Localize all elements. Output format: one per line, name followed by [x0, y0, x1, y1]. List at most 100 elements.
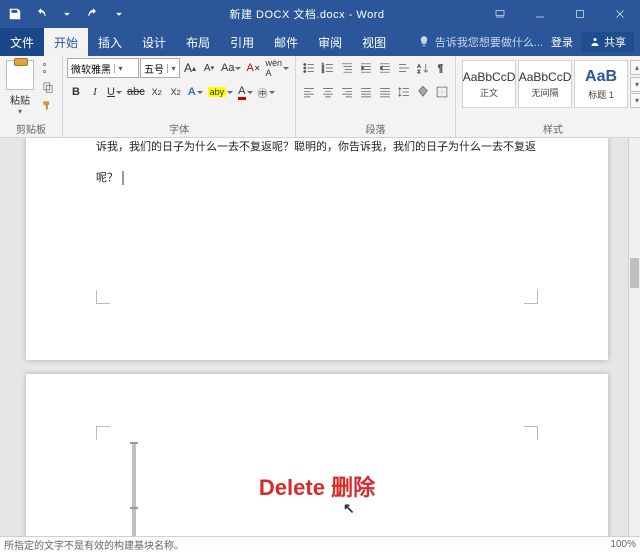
undo-button[interactable] — [30, 3, 52, 25]
style-no-spacing[interactable]: AaBbCcD 无间隔 — [518, 60, 572, 108]
group-label-paragraph: 段落 — [300, 120, 451, 137]
group-label-styles: 样式 — [460, 120, 640, 137]
copy-button[interactable] — [40, 79, 56, 95]
justify-button[interactable] — [357, 82, 375, 102]
body-text-line[interactable]: 呢？ — [96, 169, 118, 188]
borders-button[interactable] — [433, 82, 451, 102]
enclose-char-button[interactable]: ㊥ — [256, 82, 277, 102]
cut-button[interactable] — [40, 60, 56, 76]
page-margin-corner-icon — [524, 290, 538, 304]
sort-button[interactable]: AZ — [414, 58, 432, 78]
tab-design[interactable]: 设计 — [132, 28, 176, 56]
tab-view[interactable]: 视图 — [352, 28, 396, 56]
format-painter-button[interactable] — [40, 98, 56, 114]
paste-label: 粘贴 — [10, 92, 30, 107]
styles-down-icon[interactable]: ▾ — [630, 77, 640, 92]
save-button[interactable] — [4, 3, 26, 25]
style-normal[interactable]: AaBbCcD 正文 — [462, 60, 516, 108]
show-marks-button[interactable]: ¶ — [433, 58, 451, 78]
styles-up-icon[interactable]: ▴ — [630, 60, 640, 75]
ltr-button[interactable] — [395, 58, 413, 78]
annotation-text: Delete 删除 ↖ — [96, 470, 538, 502]
group-label-clipboard: 剪贴板 — [4, 120, 58, 137]
zoom-level[interactable]: 100% — [610, 539, 636, 550]
redo-button[interactable] — [82, 3, 104, 25]
close-button[interactable] — [600, 0, 640, 28]
share-button[interactable]: 共享 — [581, 32, 634, 52]
bold-button[interactable]: B — [67, 82, 85, 102]
svg-text:3: 3 — [322, 69, 325, 74]
phonetic-guide-button[interactable]: wénA — [264, 58, 292, 78]
ribbon-options-button[interactable] — [480, 0, 520, 28]
style-preview: AaBbCcD — [463, 70, 516, 84]
superscript-button[interactable]: X2 — [167, 82, 185, 102]
window-title: 新建 DOCX 文档.docx - Word — [134, 6, 480, 22]
underline-button[interactable]: U — [105, 82, 124, 102]
paste-button[interactable]: 粘贴 ▾ — [4, 58, 36, 118]
strikethrough-button[interactable]: abc — [125, 82, 147, 102]
tab-home[interactable]: 开始 — [44, 28, 88, 56]
ribbon: 粘贴 ▾ 剪贴板 微软雅黑▾ 五号▾ A▴ A▾ Aa A✕ wénA B — [0, 56, 640, 138]
body-text-line[interactable]: 诉我，我们的日子为什么一去不复返呢？聪明的，你告诉我，我们的日子为什么一去不复返 — [96, 138, 538, 157]
page-margin-corner-icon — [96, 290, 110, 304]
font-size-combo[interactable]: 五号▾ — [140, 58, 180, 78]
tell-me-placeholder: 告诉我您想要做什么... — [435, 34, 543, 50]
ribbon-tabs: 文件 开始 插入 设计 布局 引用 邮件 审阅 视图 告诉我您想要做什么... … — [0, 28, 640, 56]
style-name: 标题 1 — [588, 88, 614, 101]
font-name-value: 微软雅黑 — [68, 61, 114, 76]
group-clipboard: 粘贴 ▾ 剪贴板 — [0, 56, 63, 137]
cursor-pointer-icon: ↖ — [343, 500, 355, 517]
line-spacing-button[interactable] — [395, 82, 413, 102]
style-preview: AaBbCcD — [519, 70, 572, 84]
undo-arrow-icon[interactable] — [56, 3, 78, 25]
numbering-button[interactable]: 123 — [319, 58, 337, 78]
grow-font-button[interactable]: A▴ — [181, 58, 199, 78]
clear-formatting-button[interactable]: A✕ — [244, 58, 262, 78]
increase-indent-button[interactable] — [376, 58, 394, 78]
align-right-button[interactable] — [338, 82, 356, 102]
group-label-font: 字体 — [67, 120, 291, 137]
scrollbar-thumb[interactable] — [630, 258, 639, 288]
tab-review[interactable]: 审阅 — [308, 28, 352, 56]
decrease-indent-button[interactable] — [357, 58, 375, 78]
document-canvas[interactable]: 诉我，我们的日子为什么一去不复返呢？聪明的，你告诉我，我们的日子为什么一去不复返… — [0, 138, 640, 536]
qat-more-icon[interactable] — [108, 3, 130, 25]
highlight-button[interactable]: aby — [206, 82, 236, 102]
share-icon — [589, 36, 601, 48]
page-2[interactable]: Delete 删除 ↖ — [26, 374, 608, 536]
text-caret — [122, 171, 124, 185]
shrink-font-button[interactable]: A▾ — [200, 58, 218, 78]
font-color-button[interactable]: A — [236, 82, 254, 102]
maximize-button[interactable] — [560, 0, 600, 28]
style-heading1[interactable]: AaB 标题 1 — [574, 60, 628, 108]
shading-button[interactable] — [414, 82, 432, 102]
tab-insert[interactable]: 插入 — [88, 28, 132, 56]
tab-file[interactable]: 文件 — [0, 28, 44, 56]
login-link[interactable]: 登录 — [551, 34, 573, 50]
status-bar: 所指定的文字不是有效的构建基块名称。 100% — [0, 536, 640, 552]
clipboard-icon — [6, 60, 34, 90]
multilevel-button[interactable] — [338, 58, 356, 78]
text-effects-button[interactable]: A — [186, 82, 205, 102]
tab-layout[interactable]: 布局 — [176, 28, 220, 56]
font-size-value: 五号 — [141, 61, 167, 76]
distribute-button[interactable] — [376, 82, 394, 102]
styles-gallery-scroll[interactable]: ▴ ▾ ▾ — [630, 60, 640, 108]
font-name-combo[interactable]: 微软雅黑▾ — [67, 58, 139, 78]
vertical-scrollbar[interactable] — [628, 138, 640, 536]
group-font: 微软雅黑▾ 五号▾ A▴ A▾ Aa A✕ wénA B I U abc X2 … — [63, 56, 296, 137]
tab-mailings[interactable]: 邮件 — [264, 28, 308, 56]
tell-me-input[interactable]: 告诉我您想要做什么... — [417, 34, 543, 50]
align-left-button[interactable] — [300, 82, 318, 102]
page-1[interactable]: 诉我，我们的日子为什么一去不复返呢？聪明的，你告诉我，我们的日子为什么一去不复返… — [26, 138, 608, 360]
tab-references[interactable]: 引用 — [220, 28, 264, 56]
bullets-button[interactable] — [300, 58, 318, 78]
align-center-button[interactable] — [319, 82, 337, 102]
styles-more-icon[interactable]: ▾ — [630, 93, 640, 108]
subscript-button[interactable]: X2 — [148, 82, 166, 102]
minimize-button[interactable] — [520, 0, 560, 28]
change-case-button[interactable]: Aa — [219, 58, 243, 78]
italic-button[interactable]: I — [86, 82, 104, 102]
style-name: 正文 — [480, 86, 498, 99]
page-margin-corner-icon — [524, 426, 538, 440]
